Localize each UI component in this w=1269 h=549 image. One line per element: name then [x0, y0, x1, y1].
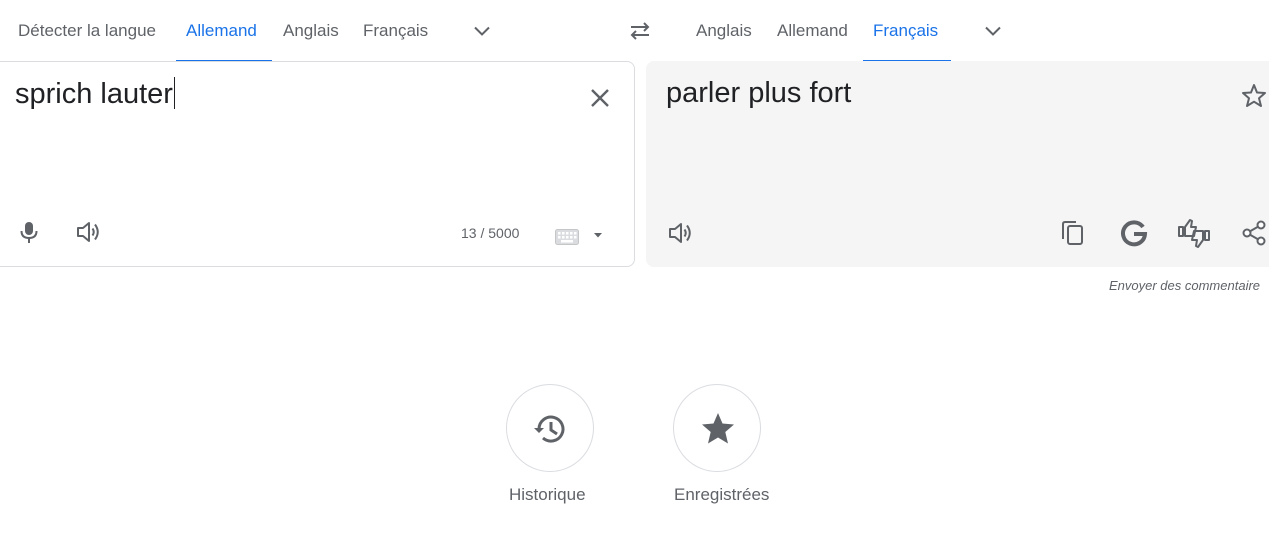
source-text-value: sprich lauter — [15, 78, 173, 110]
speaker-icon[interactable] — [667, 220, 695, 246]
tab-source-french[interactable]: Français — [363, 0, 428, 62]
chevron-down-icon[interactable] — [470, 19, 494, 43]
text-caret — [173, 77, 175, 109]
saved-button[interactable] — [673, 384, 761, 472]
target-language-bar: Anglais Allemand Français — [686, 0, 1026, 62]
keyboard-icon[interactable] — [555, 229, 579, 245]
saved-label: Enregistrées — [674, 485, 770, 504]
character-count: 13 / 5000 — [461, 225, 520, 241]
copy-icon[interactable] — [1060, 219, 1086, 247]
share-icon[interactable] — [1240, 219, 1268, 247]
source-text-input[interactable]: sprich lauter — [15, 77, 175, 111]
history-label: Historique — [509, 485, 586, 504]
send-feedback-link[interactable]: Envoyer des commentaire — [1109, 278, 1260, 293]
translation-text: parler plus fort — [666, 77, 852, 109]
swap-icon[interactable] — [627, 18, 653, 44]
star-filled-icon — [702, 413, 734, 444]
tab-target-english[interactable]: Anglais — [696, 0, 752, 62]
tab-source-detect[interactable]: Détecter la langue — [18, 0, 156, 62]
tab-target-german[interactable]: Allemand — [777, 0, 848, 62]
speaker-icon[interactable] — [75, 219, 103, 245]
history-button[interactable] — [506, 384, 594, 472]
tab-target-french[interactable]: Français — [873, 0, 938, 62]
thumbs-rate-icon[interactable] — [1177, 217, 1211, 249]
chevron-down-icon[interactable] — [981, 19, 1005, 43]
keyboard-dropdown-icon[interactable] — [591, 230, 605, 240]
tab-source-english[interactable]: Anglais — [283, 0, 339, 62]
google-g-icon[interactable] — [1119, 218, 1149, 248]
source-language-bar: Détecter la langue Allemand Anglais Fran… — [0, 0, 520, 62]
close-icon[interactable] — [586, 84, 614, 112]
tab-source-german[interactable]: Allemand — [186, 0, 257, 62]
microphone-icon[interactable] — [16, 219, 42, 245]
star-outline-icon[interactable] — [1240, 82, 1268, 110]
translate-page: Détecter la langue Allemand Anglais Fran… — [0, 0, 1269, 549]
history-icon — [534, 415, 565, 443]
